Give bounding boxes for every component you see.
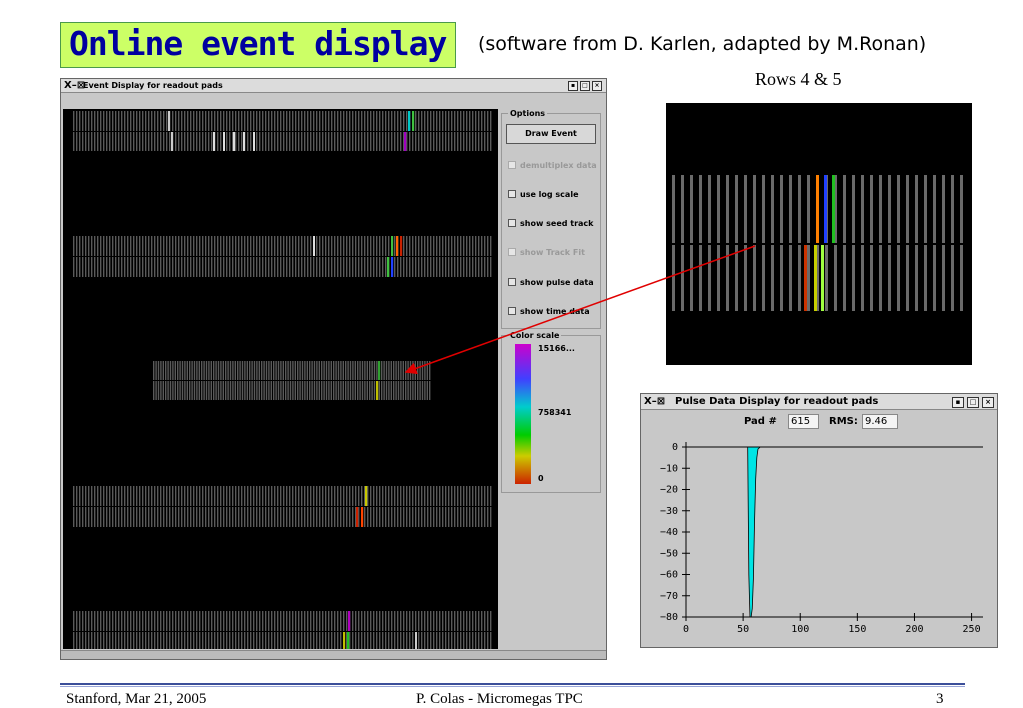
footer-page-number: 3 xyxy=(936,691,944,707)
maximize-button[interactable]: □ xyxy=(967,397,979,408)
rms-value-field[interactable]: 9.46 xyxy=(862,414,898,429)
y-tick-label: −10 xyxy=(660,463,678,474)
pad-info-row: Pad # 615 RMS: 9.46 xyxy=(641,413,997,429)
x-tick-label: 150 xyxy=(848,624,866,635)
x-tick-label: 0 xyxy=(683,624,689,635)
pulse-display-window: X–⊠ Pulse Data Display for readout pads … xyxy=(640,393,998,648)
pulse-area xyxy=(686,446,983,618)
pad-number-field[interactable]: 615 xyxy=(788,414,819,429)
y-tick-label: −40 xyxy=(660,527,678,538)
arrow-line xyxy=(404,245,756,375)
x-tick-label: 100 xyxy=(791,624,809,635)
y-tick-label: −70 xyxy=(660,591,678,602)
footer-left: Stanford, Mar 21, 2005 xyxy=(66,691,207,707)
x-tick-label: 50 xyxy=(737,624,749,635)
x-window-icon: X–⊠ xyxy=(644,396,666,407)
pad-label: Pad # xyxy=(744,416,777,427)
y-tick-label: 0 xyxy=(672,442,678,453)
minimize-button[interactable]: ▪ xyxy=(952,397,964,408)
pulse-window-titlebar[interactable]: X–⊠ Pulse Data Display for readout pads … xyxy=(641,394,997,410)
pulse-plot: 0 −10 −20 −30 −40 −50 −60 −70 −80 0 50 100 150 200 250 xyxy=(660,442,983,635)
y-tick-label: −20 xyxy=(660,485,678,496)
footer-rule xyxy=(60,683,965,685)
footer-rule-thin xyxy=(60,686,965,687)
close-button[interactable]: × xyxy=(982,397,994,408)
y-tick-label: −50 xyxy=(660,548,678,559)
y-tick-label: −80 xyxy=(660,612,678,623)
pulse-window-title: Pulse Data Display for readout pads xyxy=(675,396,879,407)
y-tick-label: −60 xyxy=(660,570,678,581)
x-tick-label: 200 xyxy=(905,624,923,635)
footer-center: P. Colas - Micromegas TPC xyxy=(416,691,583,707)
x-tick-label: 250 xyxy=(963,624,981,635)
rms-label: RMS: xyxy=(829,416,858,427)
y-tick-label: −30 xyxy=(660,506,678,517)
